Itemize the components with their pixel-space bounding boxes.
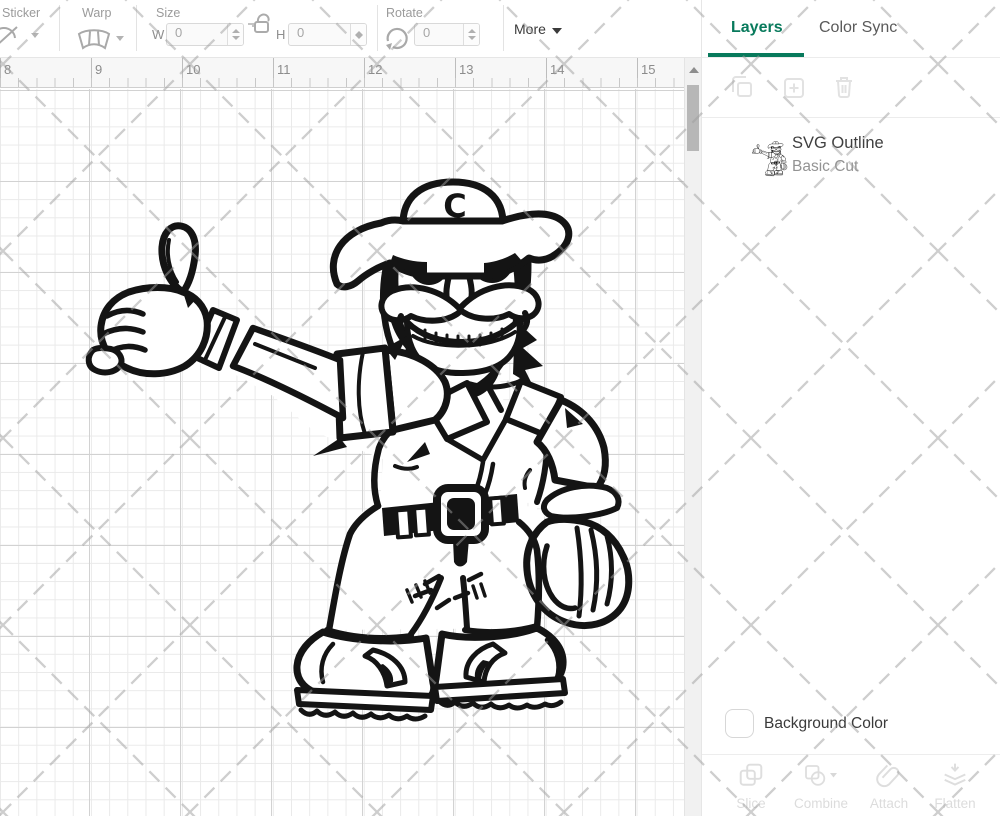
combine-caret-icon — [830, 773, 837, 778]
height-label: H — [276, 27, 285, 42]
scroll-up-button[interactable] — [685, 58, 702, 82]
add-layer-icon[interactable] — [782, 74, 806, 105]
warp-caret-icon[interactable] — [116, 36, 124, 41]
sticker-pen-icon[interactable] — [0, 24, 25, 55]
combine-icon — [803, 762, 839, 788]
flatten-button[interactable]: Flatten — [920, 762, 990, 811]
layers-panel: Layers Color Sync SVG — [701, 0, 1000, 816]
combine-button[interactable]: Combine — [786, 762, 856, 811]
slice-button[interactable]: Slice — [716, 762, 786, 811]
delete-layer-icon[interactable] — [832, 74, 856, 105]
background-color-row: Background Color — [702, 700, 1000, 754]
ruler-mark: 12 — [364, 62, 382, 77]
panel-tabs-header: Layers Color Sync — [702, 0, 1000, 58]
tab-color-sync[interactable]: Color Sync — [819, 19, 897, 37]
layer-row-svg-outline[interactable]: SVG Outline Basic Cut — [702, 128, 1000, 188]
ruler-mark: 14 — [546, 62, 564, 77]
duplicate-layer-icon[interactable] — [730, 74, 754, 105]
sticker-caret-icon[interactable] — [31, 33, 39, 38]
layer-actions-bar: Slice Combine Attach Flatten — [702, 755, 1000, 816]
layer-name: SVG Outline — [792, 134, 884, 153]
rotate-section-label: Rotate — [386, 6, 423, 20]
width-stepper[interactable] — [227, 24, 243, 45]
height-stepper[interactable] — [350, 24, 366, 45]
horizontal-ruler: 8 9 10 11 12 13 14 15 — [0, 58, 684, 88]
ruler-mark: 13 — [455, 62, 473, 77]
edit-toolbar: Sticker Warp Size W H Rotate — [0, 0, 701, 58]
ruler-mark: 15 — [637, 62, 655, 77]
tab-layers[interactable]: Layers — [731, 19, 783, 37]
lock-aspect-icon[interactable] — [247, 11, 277, 40]
ruler-minor-ticks — [0, 78, 684, 87]
warp-icon[interactable] — [76, 28, 112, 55]
toolbar-divider — [377, 5, 378, 51]
rotate-stepper[interactable] — [463, 24, 479, 45]
ruler-mark: 11 — [273, 62, 291, 77]
toolbar-divider — [59, 5, 60, 51]
flatten-icon — [942, 762, 968, 788]
scrollbar-thumb[interactable] — [687, 85, 699, 151]
slice-icon — [738, 762, 764, 788]
background-color-label: Background Color — [764, 715, 888, 733]
layer-cut-type: Basic Cut — [792, 158, 858, 176]
attach-icon — [876, 762, 902, 788]
design-canvas[interactable] — [0, 89, 684, 816]
ruler-mark: 8 — [0, 62, 11, 77]
scroll-up-icon — [689, 67, 699, 73]
sticker-section-label: Sticker — [2, 6, 40, 20]
warp-section-label: Warp — [82, 6, 111, 20]
ruler-mark: 9 — [91, 62, 102, 77]
layer-tools-row — [702, 58, 1000, 118]
height-input[interactable] — [288, 23, 367, 46]
ruler-mark: 10 — [182, 62, 200, 77]
attach-button[interactable]: Attach — [854, 762, 924, 811]
more-button[interactable]: More — [514, 21, 562, 37]
canvas-vertical-scrollbar[interactable] — [684, 58, 701, 816]
size-section-label: Size — [156, 6, 180, 20]
rotate-icon[interactable] — [384, 26, 410, 57]
rotate-input[interactable] — [414, 23, 480, 46]
background-color-swatch[interactable] — [725, 709, 754, 738]
toolbar-divider — [503, 5, 504, 51]
toolbar-divider — [136, 5, 137, 51]
width-input[interactable] — [166, 23, 244, 46]
active-tab-indicator — [708, 53, 804, 57]
layer-thumbnail — [752, 136, 788, 182]
canvas-artwork-mascot[interactable] — [85, 170, 645, 740]
more-caret-icon — [552, 28, 562, 34]
width-label: W — [152, 27, 164, 42]
